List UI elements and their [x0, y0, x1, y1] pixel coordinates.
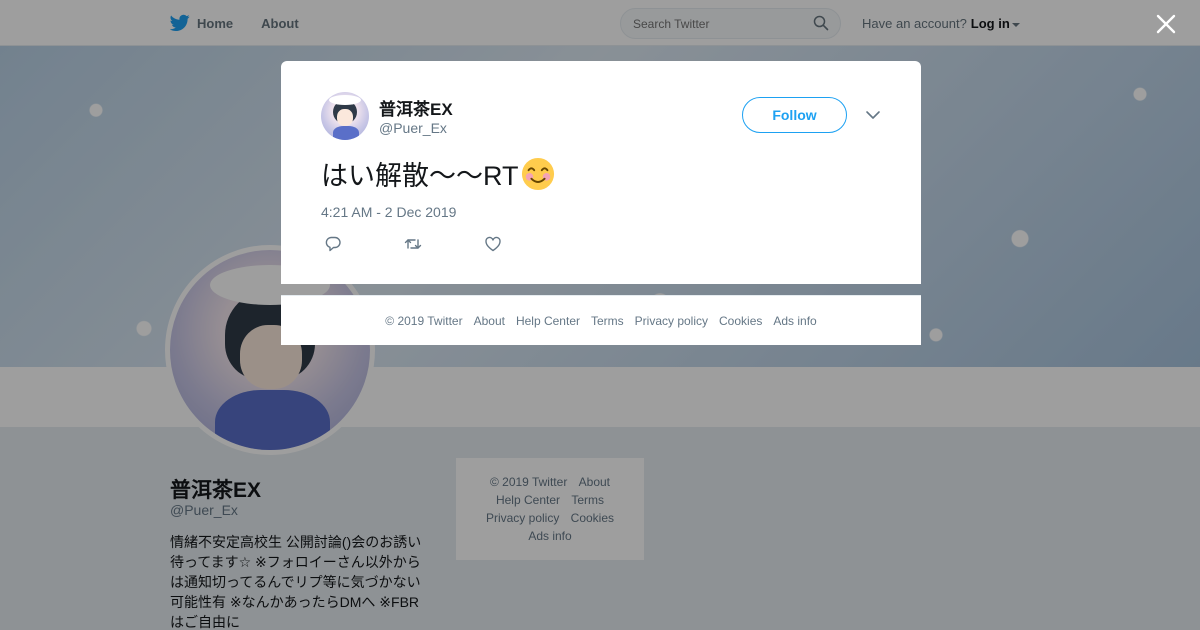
- footer-about-link[interactable]: About: [474, 314, 505, 328]
- heart-icon: [485, 236, 501, 252]
- chevron-down-icon[interactable]: [865, 109, 881, 121]
- footer-cookies-link[interactable]: Cookies: [719, 314, 762, 328]
- footer-terms-link[interactable]: Terms: [591, 314, 624, 328]
- tweet-text: はい解散〜〜RT: [321, 154, 555, 193]
- tweet-timestamp[interactable]: 4:21 AM - 2 Dec 2019: [321, 204, 456, 220]
- follow-button[interactable]: Follow: [742, 97, 847, 133]
- close-icon[interactable]: [1154, 12, 1178, 36]
- footer-copyright: © 2019 Twitter: [385, 313, 463, 328]
- reply-icon: [325, 236, 341, 252]
- tweet-text-content: はい解散〜〜RT: [321, 161, 519, 191]
- smiling-face-emoji-icon: [521, 157, 554, 190]
- tweet-author-handle[interactable]: @Puer_Ex: [379, 120, 447, 136]
- tweet-actions: [324, 235, 564, 255]
- tweet-author-avatar[interactable]: [321, 92, 369, 140]
- retweet-icon: [404, 239, 422, 249]
- tweet-author-name[interactable]: 普洱茶EX: [379, 95, 453, 120]
- tweet-modal: 普洱茶EX @Puer_Ex Follow はい解散〜〜RT 4:21 AM -…: [281, 61, 921, 284]
- retweet-button[interactable]: [404, 235, 484, 255]
- footer-ads-link[interactable]: Ads info: [773, 314, 816, 328]
- footer-privacy-link[interactable]: Privacy policy: [635, 314, 708, 328]
- reply-button[interactable]: [324, 235, 404, 255]
- modal-footer: © 2019 Twitter About Help Center Terms P…: [281, 295, 921, 345]
- like-button[interactable]: [484, 235, 564, 255]
- footer-help-link[interactable]: Help Center: [516, 314, 580, 328]
